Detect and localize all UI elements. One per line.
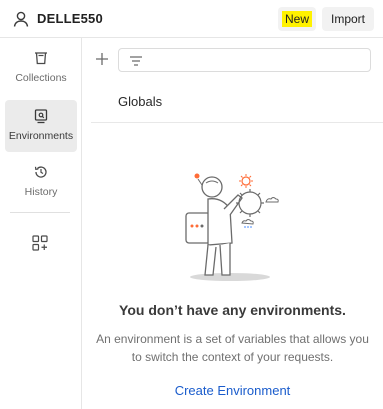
empty-state-title: You don’t have any environments. xyxy=(119,302,346,318)
user-icon xyxy=(13,11,29,27)
new-button[interactable]: New xyxy=(278,7,316,31)
workspace-name[interactable]: DELLE550 xyxy=(37,11,103,26)
create-environment-link[interactable]: Create Environment xyxy=(82,383,383,398)
sidebar-item-environments[interactable]: Environments xyxy=(5,100,77,152)
filter-input[interactable] xyxy=(118,48,371,72)
sidebar-item-label: Environments xyxy=(8,130,74,142)
astronaut-illustration-icon xyxy=(185,173,279,281)
app-window: DELLE550 New Import Collections Environm… xyxy=(0,0,383,409)
sidebar-item-collections[interactable]: Collections xyxy=(5,42,77,94)
collections-icon xyxy=(35,52,47,65)
globals-item[interactable]: Globals xyxy=(118,94,162,109)
environments-icon xyxy=(34,109,48,124)
list-divider xyxy=(91,122,383,123)
sidebar-item-history[interactable]: History xyxy=(5,156,77,208)
sidebar-divider xyxy=(10,212,70,213)
plus-icon[interactable] xyxy=(94,51,110,67)
filter-icon xyxy=(130,56,142,66)
header: DELLE550 New Import xyxy=(0,0,383,38)
history-icon xyxy=(34,166,47,178)
sidebar-item-label: History xyxy=(24,186,58,198)
new-button-label: New xyxy=(281,11,312,27)
empty-state-description: An environment is a set of variables tha… xyxy=(96,332,369,364)
add-workbench-icon[interactable] xyxy=(30,233,50,253)
sidebar-item-label: Collections xyxy=(15,72,67,84)
sidebar: Collections Environments History xyxy=(0,38,82,409)
import-button[interactable]: Import xyxy=(322,7,374,31)
